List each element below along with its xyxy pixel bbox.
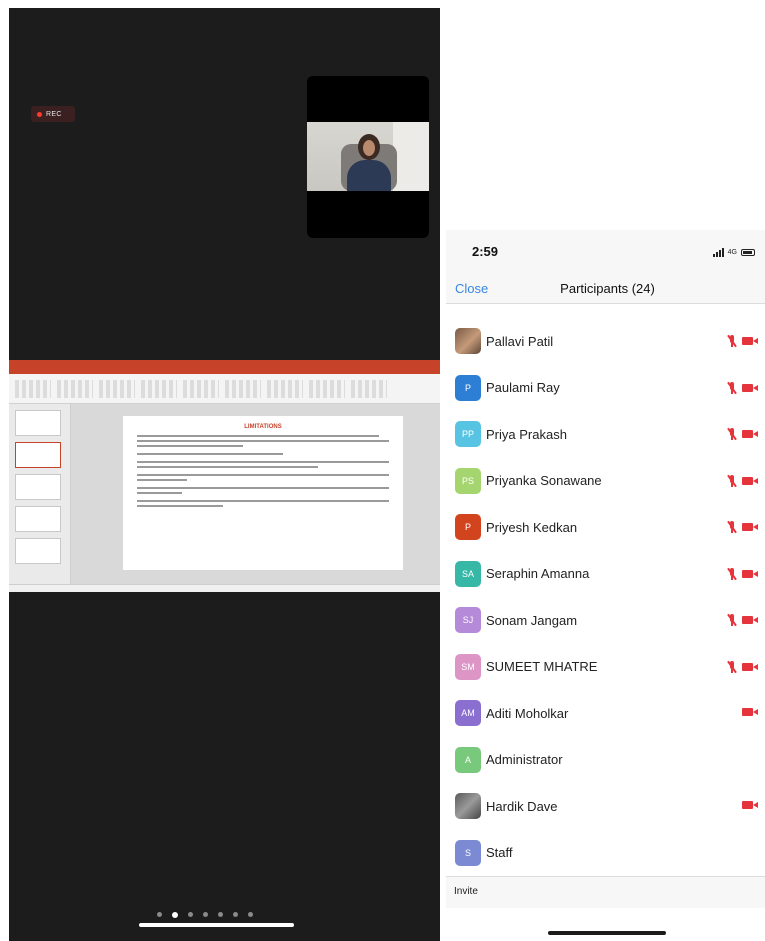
status-bar: 2:59 4G [446,230,765,274]
person-body [347,160,391,191]
powerpoint-ribbon [9,374,440,404]
powerpoint-title-bar [9,360,440,374]
participant-row[interactable]: SJ Sonam Jangam [446,597,765,644]
page-dot[interactable] [248,912,253,917]
home-indicator[interactable] [139,923,294,927]
participant-name: Priyanka Sonawane [486,473,602,489]
avatar: AM [455,700,481,727]
participant-row[interactable]: SM SUMEET MHATRE [446,644,765,691]
participant-row[interactable]: A Administrator [446,737,765,784]
video-off-icon [742,615,758,625]
participant-name: Administrator [486,752,563,768]
powerpoint-status-bar [9,584,440,592]
participant-row[interactable]: PS Priyanka Sonawane [446,458,765,505]
self-video-tile[interactable] [307,76,429,238]
participants-list[interactable]: Pallavi Patil P Paulami Ray PP Priya Prakash… [446,318,765,876]
video-off-icon [742,662,758,672]
mic-muted-icon [727,660,737,673]
participant-row[interactable]: AM Aditi Moholkar [446,690,765,737]
video-off-icon [742,383,758,393]
current-slide: LIMITATIONS [123,416,403,570]
person-face [363,140,375,156]
participant-row[interactable]: Hardik Dave [446,783,765,830]
participant-row[interactable]: P Paulami Ray [446,365,765,412]
page-dot[interactable] [203,912,208,917]
screen-share-view[interactable]: LIMITATIONS [9,360,440,592]
invite-button[interactable]: Invite [454,886,478,897]
participants-screen: 2:59 4G Close Participants (24) Pallavi … [446,230,765,941]
battery-icon [741,249,755,256]
participant-row[interactable]: P Priyesh Kedkan [446,504,765,551]
mic-muted-icon [727,474,737,487]
participant-name: Staff [486,845,513,861]
mic-muted-icon [727,381,737,394]
avatar: S [455,839,481,866]
avatar: PS [455,467,481,494]
participant-name: Priyesh Kedkan [486,519,578,535]
slide-thumbnail [15,410,61,436]
slide-thumbnail [15,538,61,564]
video-off-icon [742,476,758,486]
slide-thumbnail-active [15,442,61,468]
video-off-icon [742,707,758,717]
participant-name: Seraphin Amanna [486,566,590,582]
participant-name: Hardik Dave [486,798,558,814]
signal-icon [712,248,724,257]
avatar: SM [455,653,481,680]
video-off-icon [742,800,758,810]
page-dot[interactable] [157,912,162,917]
page-indicator[interactable] [157,912,253,918]
recording-label: REC [46,110,62,118]
participant-name: Aditi Moholkar [486,705,569,721]
slide-canvas: LIMITATIONS [71,404,440,584]
page-dot[interactable] [233,912,238,917]
meeting-view: REC LIMITATIONS [9,8,440,941]
mic-muted-icon [727,427,737,441]
mic-muted-icon [727,520,737,534]
participant-name: Priya Prakash [486,426,567,442]
slide-thumbnail [15,506,61,532]
participants-title: Participants (24) [560,281,655,296]
avatar: A [455,746,481,773]
participant-name: Paulami Ray [486,380,560,396]
mic-muted-icon [727,567,737,580]
recording-dot-icon [37,111,42,117]
slide-thumbnail [15,474,61,500]
avatar [455,328,481,355]
participant-name: Sonam Jangam [486,612,578,628]
avatar: SJ [455,607,481,634]
home-indicator[interactable] [548,931,666,935]
slide-thumbnails [9,404,71,584]
avatar: P [455,514,481,541]
invite-bar: Invite [446,876,765,908]
mic-muted-icon [727,334,737,348]
recording-indicator: REC [31,106,75,122]
participant-row[interactable]: Pallavi Patil [446,318,765,365]
page-dot[interactable] [188,912,193,917]
participant-name: SUMEET MHATRE [486,659,598,675]
page-dot-active[interactable] [172,912,178,918]
network-label: 4G [727,249,737,256]
participant-row[interactable]: PP Priya Prakash [446,411,765,458]
video-off-icon [742,336,758,346]
avatar: PP [455,421,481,448]
video-off-icon [742,429,758,439]
status-time: 2:59 [472,244,499,259]
avatar: P [455,374,481,401]
mic-muted-icon [727,613,737,627]
participants-nav-bar: Close Participants (24) [446,274,765,304]
video-off-icon [742,569,758,579]
page-dot[interactable] [218,912,223,917]
participant-name: Pallavi Patil [486,333,554,349]
video-off-icon [742,522,758,532]
participant-row[interactable]: S Staff [446,830,765,877]
participant-row[interactable]: SA Seraphin Amanna [446,551,765,598]
slide-title: LIMITATIONS [244,424,282,430]
self-video-feed [307,122,429,191]
avatar [455,793,481,820]
avatar: SA [455,560,481,587]
